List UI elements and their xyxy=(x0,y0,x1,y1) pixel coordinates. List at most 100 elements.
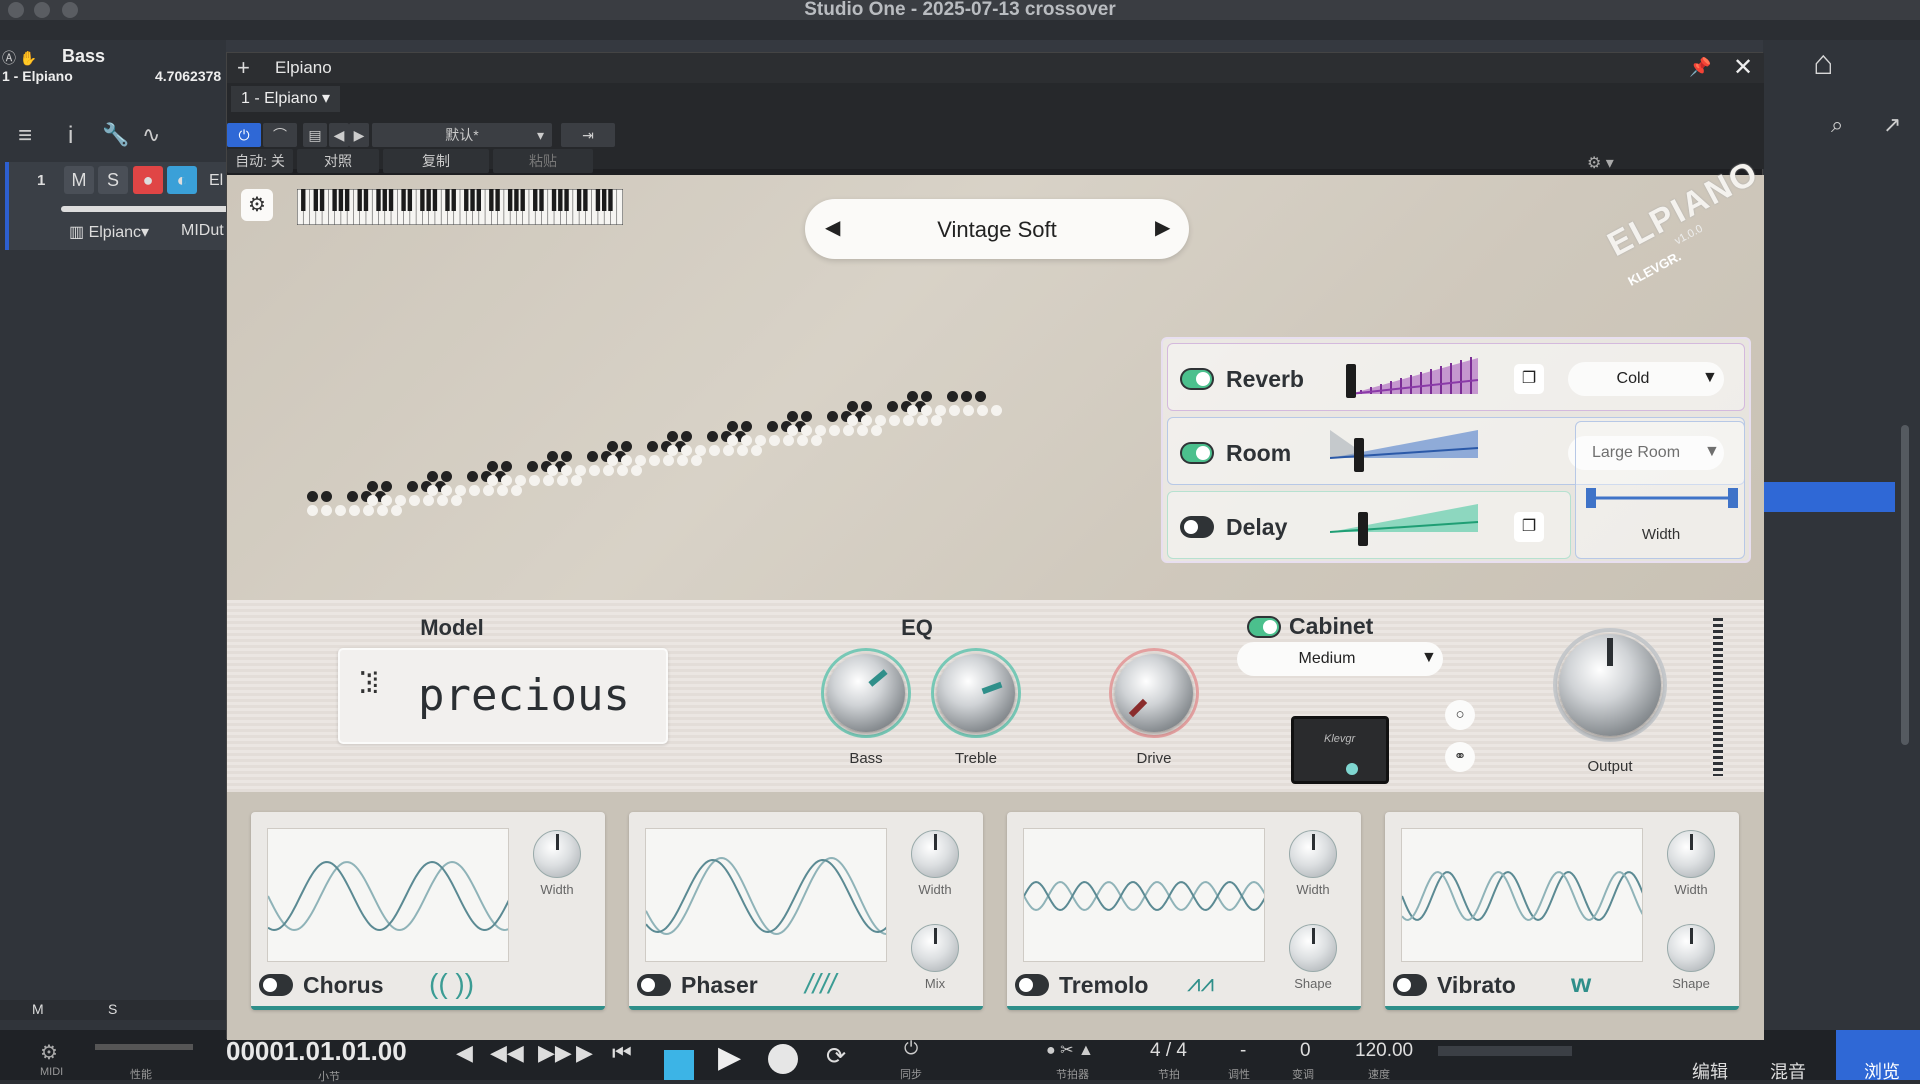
delay-window-icon[interactable]: ❐ xyxy=(1514,512,1544,542)
track-row[interactable]: 1 M S ● ◐ El ▥ Elpianc▾ MIDut xyxy=(5,162,231,250)
record-arm-button[interactable]: ● xyxy=(133,166,163,194)
gear-icon[interactable]: ⚙ ▾ xyxy=(1587,153,1614,173)
play-button[interactable]: ▶ xyxy=(718,1040,741,1075)
reverb-type-dropdown[interactable]: Cold ▼ xyxy=(1568,362,1724,396)
amp-mic-position[interactable] xyxy=(1346,763,1358,775)
settings-gear-icon[interactable]: ⚙ xyxy=(241,189,273,221)
bypass-icon[interactable]: ⌒ xyxy=(263,123,297,147)
preset-browser-icon[interactable]: ▤ xyxy=(303,123,327,147)
sidechain-icon[interactable]: ⇥ xyxy=(561,123,615,147)
reverb-toggle[interactable] xyxy=(1180,368,1214,390)
browser-selected-item[interactable] xyxy=(1763,482,1895,512)
pin-icon[interactable]: 📌 xyxy=(1689,57,1711,78)
wrench-icon[interactable]: 🔧 xyxy=(102,122,129,148)
vibrato-width-knob[interactable] xyxy=(1667,830,1715,878)
add-icon[interactable]: + xyxy=(237,55,250,81)
reverb-slider[interactable] xyxy=(1330,356,1480,400)
metronome-icon[interactable]: ● ✂ ▲ xyxy=(1046,1040,1094,1060)
width-slider[interactable] xyxy=(1582,486,1742,516)
note-dot xyxy=(621,441,632,452)
search-icon[interactable]: ⌕ xyxy=(1831,112,1843,138)
mic-stereo-icon[interactable]: ⚭ xyxy=(1445,742,1475,772)
preset-field[interactable]: 默认* ▾ xyxy=(372,123,552,147)
next-preset-arrow[interactable]: ▶ xyxy=(1155,215,1170,240)
key-display[interactable]: - xyxy=(1240,1040,1246,1062)
automation-icon[interactable]: ∿ xyxy=(142,122,160,148)
compare-button[interactable]: 对照 xyxy=(297,149,379,173)
mic-mono-icon[interactable]: ○ xyxy=(1445,700,1475,730)
power-icon[interactable]: ⏻ xyxy=(227,123,261,147)
list-icon[interactable]: ≡ xyxy=(18,122,32,150)
mute-button[interactable]: M xyxy=(64,166,94,194)
transpose-display[interactable]: 0 xyxy=(1300,1040,1311,1062)
close-icon[interactable]: ✕ xyxy=(1733,53,1753,82)
tremolo-width-knob[interactable] xyxy=(1289,830,1337,878)
delay-toggle[interactable] xyxy=(1180,516,1214,538)
note-dot xyxy=(751,445,762,456)
phaser-width-knob[interactable] xyxy=(911,830,959,878)
bass-knob[interactable] xyxy=(827,654,905,732)
monitor-button[interactable]: ◐ xyxy=(167,166,197,194)
browser-scrollbar[interactable] xyxy=(1901,425,1909,745)
delay-slider[interactable] xyxy=(1330,500,1480,548)
return-to-start-icon[interactable]: ⏮ xyxy=(612,1040,632,1066)
instrument-selector[interactable]: ▥ Elpianc▾ xyxy=(69,222,149,242)
expand-icon[interactable]: ↗ xyxy=(1883,112,1901,138)
paste-button[interactable]: 粘贴 xyxy=(493,149,593,173)
tab-edit[interactable]: 编辑 xyxy=(1692,1058,1728,1084)
tab-mix[interactable]: 混音 xyxy=(1770,1058,1806,1084)
cabinet-size-dropdown[interactable]: Medium ▼ xyxy=(1237,642,1443,676)
tempo-display[interactable]: 120.00 xyxy=(1355,1040,1413,1062)
solo-button[interactable]: S xyxy=(98,166,128,194)
tremolo-width-label: Width xyxy=(1296,882,1330,897)
prev-marker-icon[interactable]: ◀ xyxy=(456,1040,473,1066)
midi-input[interactable]: MIDut xyxy=(181,222,224,240)
time-signature[interactable]: 4 / 4 xyxy=(1150,1040,1187,1062)
minimize-window-icon[interactable] xyxy=(34,2,50,18)
auto-toggle[interactable]: 自动: 关 xyxy=(227,149,293,173)
chorus-width-label: Width xyxy=(540,882,574,897)
rewind-icon[interactable]: ◀◀ xyxy=(490,1040,524,1066)
instance-selector[interactable]: 1 - Elpiano ▾ xyxy=(231,86,340,112)
drive-knob[interactable] xyxy=(1115,654,1193,732)
phaser-label: Phaser xyxy=(681,972,758,998)
info-icon[interactable]: i xyxy=(68,122,73,150)
prev-preset-icon[interactable]: ◀ xyxy=(329,123,349,147)
note-dot xyxy=(561,465,572,476)
vibrato-toggle[interactable] xyxy=(1393,974,1427,996)
phaser-toggle[interactable] xyxy=(637,974,671,996)
loop-icon[interactable]: ⟳ xyxy=(826,1042,846,1071)
room-toggle[interactable] xyxy=(1180,442,1214,464)
next-marker-icon[interactable]: ▶ xyxy=(576,1040,593,1066)
bottom-mute[interactable]: M xyxy=(32,1001,44,1017)
keyboard-range[interactable] xyxy=(297,189,623,225)
record-button[interactable] xyxy=(768,1044,798,1074)
tremolo-shape-knob[interactable] xyxy=(1289,924,1337,972)
bottom-solo[interactable]: S xyxy=(108,1001,117,1017)
fast-forward-icon[interactable]: ▶▶ xyxy=(538,1040,572,1066)
track-volume-slider[interactable] xyxy=(61,206,231,212)
chorus-toggle[interactable] xyxy=(259,974,293,996)
home-icon[interactable]: ⌂ xyxy=(1813,44,1834,83)
treble-knob[interactable] xyxy=(937,654,1015,732)
phaser-mix-knob[interactable] xyxy=(911,924,959,972)
room-slider[interactable] xyxy=(1330,426,1480,474)
hand-tool-icon[interactable]: Ⓐ ✋ xyxy=(2,48,37,68)
output-knob[interactable] xyxy=(1559,634,1661,736)
model-selector[interactable]: ⁚⁝⁞ precious xyxy=(338,648,668,744)
sync-icon[interactable]: ⏻ xyxy=(904,1038,918,1059)
reverb-window-icon[interactable]: ❐ xyxy=(1514,364,1544,394)
zoom-window-icon[interactable] xyxy=(62,2,78,18)
stop-button[interactable] xyxy=(664,1050,694,1080)
next-preset-icon[interactable]: ▶ xyxy=(349,123,369,147)
close-window-icon[interactable] xyxy=(8,2,24,18)
chorus-width-knob[interactable] xyxy=(533,830,581,878)
tremolo-toggle[interactable] xyxy=(1015,974,1049,996)
copy-button[interactable]: 复制 xyxy=(383,149,489,173)
tab-browse[interactable]: 浏览 xyxy=(1836,1030,1920,1082)
preset-selector[interactable]: ◀ Vintage Soft ▶ xyxy=(805,199,1189,259)
vibrato-shape-knob[interactable] xyxy=(1667,924,1715,972)
plugin-window: + Elpiano 📌 ✕ 1 - Elpiano ▾ ⏻ ⌒ ▤ ◀ ▶ 默认… xyxy=(226,52,1765,1040)
cabinet-toggle[interactable] xyxy=(1247,616,1281,638)
time-display[interactable]: 00001.01.01.00 xyxy=(226,1036,407,1067)
